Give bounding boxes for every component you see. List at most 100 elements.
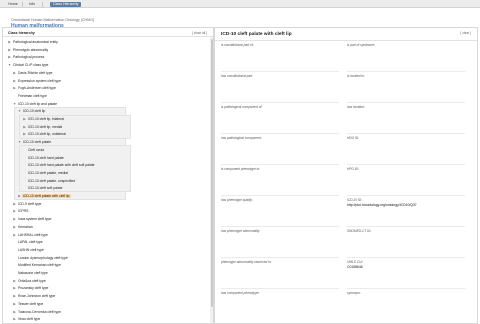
tree-item-label[interactable]: ICD-10 cleft lip and palate [17,102,58,106]
tree-item[interactable]: ▶ ICD-10 cleft lip, unilateral [22,130,67,137]
tree-item-label[interactable]: Iowa system cleft type [17,217,52,221]
tree-item[interactable]: ▶ Kernahan [12,223,34,230]
tree-item[interactable]: ▶ Tessier cleft type [12,300,44,307]
tree-item-label[interactable]: ICD-10 cleft lip, medial [27,125,63,129]
tree-item-label[interactable]: Pathological anatomical entity [12,40,59,44]
field-divider [347,288,465,289]
tree-item[interactable]: ▶ Pruzansky cleft type [12,284,49,291]
tree-item[interactable]: ICD-10 cleft hard palate [22,154,65,161]
class-hierarchy-panel: Class hierarchy [ close all ] ▶ Pathologi… [2,27,214,324]
tree-item-label[interactable]: ICD-10 cleft hard palate with cleft soft… [27,163,96,167]
tree-item[interactable]: ▼ Clinical CL/P class type [7,61,49,68]
tree-item-label[interactable]: Modified Kernahan cleft type [17,263,62,267]
tree-item-label[interactable]: ICPRS [17,209,29,213]
tree-scroll-thumb[interactable] [210,39,213,307]
tree-item-label[interactable]: LAHSHAL cleft type [17,233,49,237]
tree-item[interactable]: ▶ Veau cleft type [12,315,41,322]
tree-item[interactable]: Friedman cleft type [12,92,48,99]
tree-item[interactable]: ▼ ICD-10 cleft lip and palate [12,100,58,107]
tree-item-label[interactable]: Pruzansky cleft type [17,286,49,290]
tree-item[interactable]: ▶ LAHSHAL cleft type [12,231,49,238]
tree-item[interactable]: ▶ Ortiz&oa cleft type [12,277,47,284]
tree-item[interactable]: ▶ Pathological anatomical entity [7,38,59,45]
field-label: is constitutional part of: [221,43,254,47]
nav-home-link[interactable]: Home [4,2,22,7]
tree-item[interactable]: ICD-10 cleft palate, medial [22,169,69,176]
tree-item-label[interactable]: Fogh-Andersen cleft type [17,86,57,90]
tree-item-label[interactable]: ICD-10 cleft lip, bilateral [27,117,65,121]
tree-item[interactable]: ▶ ICD-9 cleft type [12,200,42,207]
tree-item-label[interactable]: Friedman cleft type [17,94,48,98]
tree-item-label[interactable]: Clinical CL/P class type [12,63,49,67]
field-label: HDO ID: [347,136,360,140]
tree-item-label[interactable]: ICD-10 cleft lip [22,109,46,113]
close-all-button[interactable]: [ close all ] [192,31,207,35]
tree-item-label[interactable]: Kernahan [17,225,34,229]
tree-item[interactable]: ICD-10 cleft palate, unspecified [22,177,76,184]
tree-item-label[interactable]: ICD-10 cleft palate with cleft lip [22,194,71,198]
field-divider [221,288,339,289]
tree-item-label[interactable]: Phenotypic abnormality [12,48,49,52]
tree-item[interactable]: ▶ Rose-Johnston cleft type [12,292,56,299]
tree-item[interactable]: ▶ ICD-10 cleft lip, medial [22,123,63,130]
tree-item-label[interactable]: Ortiz&oa cleft type [17,279,47,283]
tree-scrollbar[interactable] [210,37,213,323]
field-divider [221,195,339,196]
tree-item-label[interactable]: Tessier cleft type [17,302,44,306]
tree-item-label[interactable]: Tolarova-Cervenka cleft type [17,310,62,314]
tree-item-label[interactable]: Expression system cleft type [17,79,62,83]
field-divider [221,257,339,258]
tree-item-label[interactable]: LAPAL cleft type [17,240,44,244]
tree-item[interactable]: ▼ ICD-10 cleft palate [17,138,52,145]
tree-item-label[interactable]: Pathological process [12,55,45,59]
tree-item-selected[interactable]: ▶ ICD-10 cleft palate with cleft lip [17,192,71,199]
class-hierarchy-header: Class hierarchy [ close all ] [3,28,213,37]
tree-item-label[interactable]: ICD-10 cleft palate [22,140,52,144]
tree-item-label[interactable]: Veau cleft type [17,317,41,321]
field-label: has component phenotype: [221,291,260,295]
tree-item[interactable]: ▶ Pathological process [7,53,45,60]
nav-class-hierarchy-link[interactable]: Class Hierarchy [50,1,82,7]
tree-item[interactable]: ▼ ICD-10 cleft lip [17,107,46,114]
field-label: has phenotype abnormality: [221,229,261,233]
tree-item-label[interactable]: Cleft uvula [27,148,45,152]
nav-separator [22,1,23,7]
clear-detail-button[interactable]: [ clear ] [461,31,471,35]
tree-item[interactable]: ▶ Fogh-Andersen cleft type [12,84,57,91]
tree-item-label[interactable]: LASHN cleft type [17,248,45,252]
tree-item[interactable]: Nakasone cleft type [12,269,49,276]
field-divider [221,102,339,103]
field-divider [347,102,465,103]
tree-item-label[interactable]: ICD-10 cleft palate, medial [27,171,69,175]
tree-item-label[interactable]: ICD-9 cleft type [17,202,42,206]
tree-item-label[interactable]: Rose-Johnston cleft type [17,294,56,298]
tree-item[interactable]: ▶ Davis-Ritchie cleft type [12,69,53,76]
tree-item-label[interactable]: ICD-10 cleft palate, unspecified [27,179,76,183]
tree-item-label[interactable]: ICD-10 cleft hard palate [27,156,65,160]
nav-separator [42,1,43,7]
tree-item[interactable]: ▶ Tolarova-Cervenka cleft type [12,308,62,315]
tree-item[interactable]: Cleft uvula [22,146,45,153]
field-divider [221,226,339,227]
field-label: has pathological component: [221,136,262,140]
tree-item[interactable]: ICD-10 cleft soft palate [22,184,64,191]
tree-item[interactable]: ▶ ICPRS [12,207,29,214]
tree-item-label[interactable]: Davis-Ritchie cleft type [17,71,53,75]
tree-item[interactable]: London dysmorphology cleft type [12,254,69,261]
tree-item[interactable]: ▶ Expression system cleft type [12,77,62,84]
tree-item-label[interactable]: London dysmorphology cleft type [17,256,69,260]
tree-item-label[interactable]: ICD-10 cleft soft palate [27,186,64,190]
field-label: ICD-10 ID: [347,198,363,202]
tree-item[interactable]: Modified Kernahan cleft type [12,261,62,268]
tree-item[interactable]: ▶ Iowa system cleft type [12,215,52,222]
tree-item[interactable]: ▶ Phenotypic abnormality [7,46,49,53]
tree-item[interactable]: ▶ ICD-10 cleft lip, bilateral [22,115,65,122]
field-divider [347,226,465,227]
tree-item[interactable]: ICD-10 cleft hard palate with cleft soft… [22,161,96,168]
class-hierarchy-title: Class hierarchy [8,31,35,35]
tree-item[interactable]: LAPAL cleft type [12,238,44,245]
nav-info-link[interactable]: Info [25,2,39,7]
tree-item-label[interactable]: Nakasone cleft type [17,271,49,275]
tree-item[interactable]: LASHN cleft type [12,246,45,253]
tree-item-label[interactable]: ICD-10 cleft lip, unilateral [27,132,67,136]
